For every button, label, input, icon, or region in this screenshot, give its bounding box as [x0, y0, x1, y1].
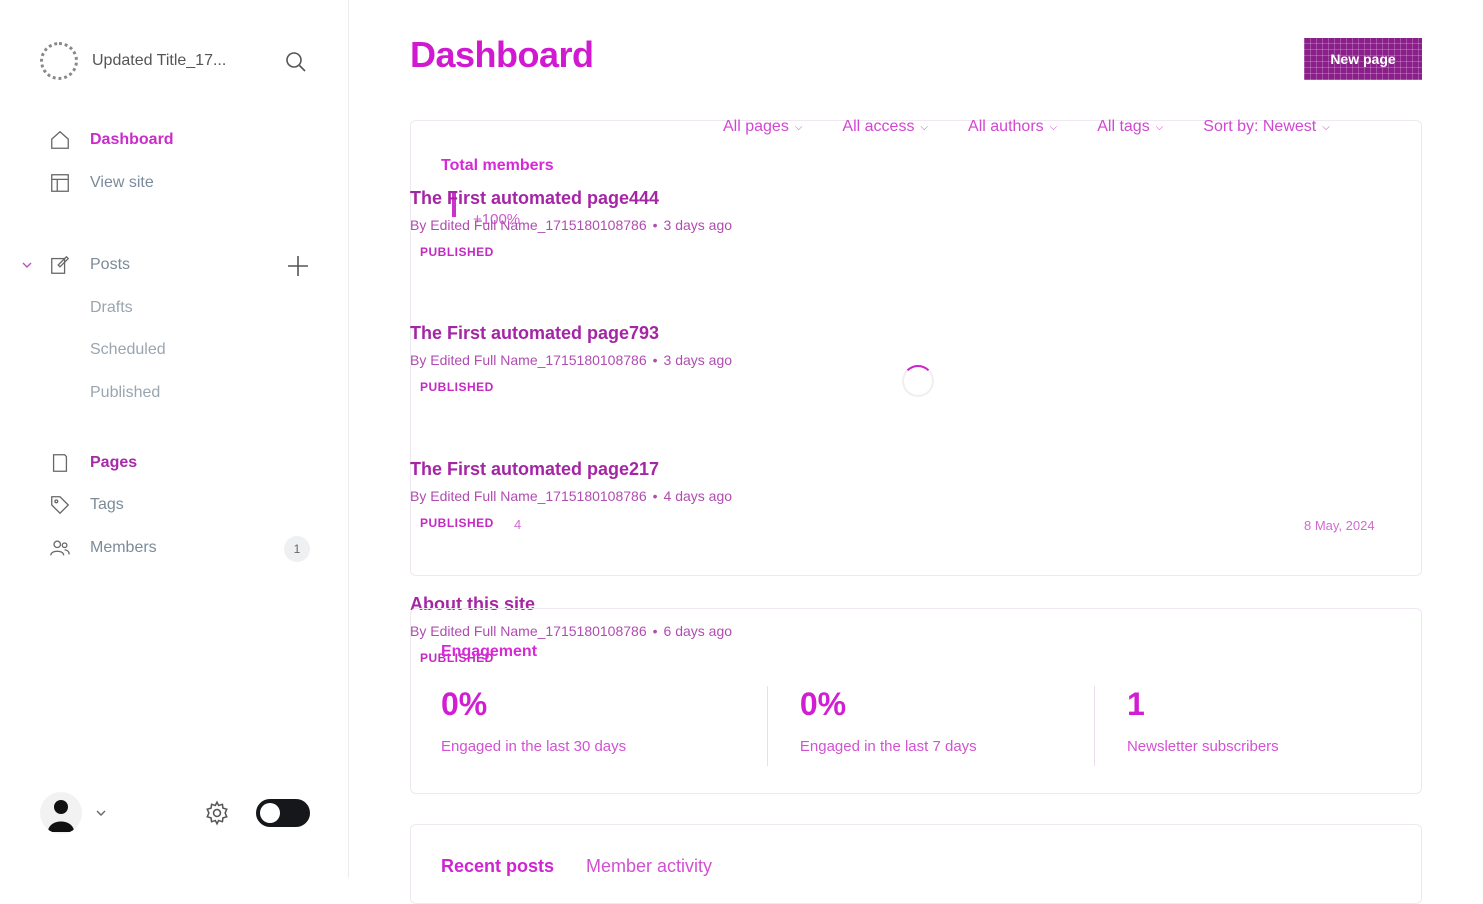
status-badge: PUBLISHED — [420, 245, 494, 259]
list-item[interactable]: The First automated page793 By Edited Fu… — [410, 323, 1210, 394]
page-author: By Edited Full Name_1715180108786 — [410, 488, 647, 504]
page-icon — [48, 451, 72, 475]
members-count-badge: 1 — [284, 536, 310, 562]
page-author: By Edited Full Name_1715180108786 — [410, 352, 647, 368]
chevron-down-icon: ⌵ — [920, 121, 929, 133]
tab-member-activity[interactable]: Member activity — [586, 856, 712, 877]
sidebar-item-published[interactable]: Published — [90, 379, 160, 407]
sidebar-item-dashboard[interactable]: Dashboard — [48, 126, 174, 154]
stat-30-days: 0% Engaged in the last 30 days — [441, 686, 767, 766]
status-badge: PUBLISHED — [420, 380, 494, 394]
stat-label: Engaged in the last 7 days — [799, 738, 977, 755]
status-badge: PUBLISHED — [420, 516, 494, 530]
filter-tags-dropdown[interactable]: All tags ⌵ — [1097, 118, 1163, 136]
page-title: Dashboard — [410, 34, 594, 75]
filter-bar: All pages ⌵ All access ⌵ All authors ⌵ All … — [723, 118, 1330, 136]
stat-label: Newsletter subscribers — [1126, 738, 1279, 755]
stat-value: 1 — [1126, 686, 1145, 722]
sidebar-item-label: Pages — [90, 454, 138, 471]
site-logo — [40, 42, 78, 80]
filter-pages-dropdown[interactable]: All pages ⌵ — [723, 118, 802, 136]
engagement-stats: 0% Engaged in the last 30 days 0% Engage… — [441, 686, 1421, 766]
stat-newsletter: 1 Newsletter subscribers — [1093, 686, 1421, 766]
stat-value: 0% — [799, 686, 847, 722]
toggle-knob — [260, 803, 280, 823]
chevron-down-icon[interactable] — [20, 258, 34, 272]
sidebar-item-scheduled[interactable]: Scheduled — [90, 336, 166, 364]
activity-tabs: Recent posts Member activity — [441, 856, 712, 877]
sidebar-item-members[interactable]: Members — [48, 534, 157, 562]
layout-icon — [48, 171, 72, 195]
page-meta: By Edited Full Name_1715180108786 • 3 days… — [410, 217, 733, 233]
filter-label: All pages — [723, 118, 789, 135]
edit-icon — [48, 253, 72, 277]
tab-recent-posts[interactable]: Recent posts — [441, 856, 554, 877]
loading-spinner-icon — [902, 365, 934, 397]
sidebar-item-label: Posts — [90, 256, 131, 273]
site-title: Updated Title_17... — [92, 52, 227, 69]
chevron-down-icon[interactable] — [94, 806, 108, 820]
stat-7-days: 0% Engaged in the last 7 days — [766, 686, 1094, 766]
card-heading: Total members — [441, 157, 554, 174]
filter-label: All access — [842, 118, 915, 135]
sidebar-item-drafts[interactable]: Drafts — [90, 294, 133, 322]
filter-label: Sort by: Newest — [1203, 118, 1317, 135]
sidebar-item-label: Members — [90, 539, 157, 556]
sidebar: Updated Title_17... Dashboard View site — [0, 0, 349, 878]
chevron-down-icon: ⌵ — [794, 121, 803, 133]
sidebar-item-posts[interactable]: Posts — [48, 251, 130, 279]
stat-value: 0% — [441, 686, 488, 722]
new-page-button[interactable]: New page — [1304, 38, 1422, 80]
sidebar-item-pages[interactable]: Pages — [48, 449, 137, 477]
chevron-down-icon: ⌵ — [1322, 121, 1330, 133]
avatar[interactable] — [40, 792, 82, 834]
sidebar-item-view-site[interactable]: View site — [48, 169, 154, 197]
chevron-down-icon: ⌵ — [1155, 121, 1164, 133]
sidebar-item-label: View site — [90, 174, 154, 191]
tag-icon — [48, 493, 72, 517]
page-title-link[interactable]: The First automated page217 — [410, 459, 1210, 480]
filter-label: All tags — [1097, 118, 1150, 135]
gear-icon[interactable] — [204, 800, 230, 826]
filter-access-dropdown[interactable]: All access ⌵ — [842, 118, 928, 136]
filter-authors-dropdown[interactable]: All authors ⌵ — [968, 118, 1057, 136]
page-age: 3 days ago — [663, 352, 733, 368]
list-item[interactable]: The First automated page444 By Edited Fu… — [410, 188, 1210, 259]
chevron-down-icon: ⌵ — [1049, 121, 1058, 133]
stat-label: Engaged in the last 30 days — [441, 738, 627, 755]
card-heading: Engagement — [441, 643, 538, 660]
main-content: Dashboard New page Total members +100% 4… — [349, 0, 1483, 904]
filter-label: All authors — [968, 118, 1044, 135]
page-title-link[interactable]: The First automated page444 — [410, 188, 1210, 209]
theme-toggle[interactable] — [256, 799, 310, 827]
brand[interactable]: Updated Title_17... — [40, 42, 320, 80]
page-age: 3 days ago — [663, 217, 733, 233]
page-age: 4 days ago — [663, 488, 733, 504]
page-title-link[interactable]: The First automated page793 — [410, 323, 1210, 344]
list-item[interactable]: The First automated page217 By Edited Fu… — [410, 459, 1210, 530]
sort-dropdown[interactable]: Sort by: Newest ⌵ — [1203, 118, 1330, 136]
chart-date-label: 8 May, 2024 — [1304, 518, 1375, 533]
search-icon[interactable] — [284, 50, 308, 74]
sidebar-item-label: Dashboard — [90, 131, 174, 148]
plus-icon[interactable] — [286, 254, 310, 278]
page-meta: By Edited Full Name_1715180108786 • 3 days… — [410, 352, 733, 368]
home-icon — [48, 128, 72, 152]
sidebar-item-label: Tags — [90, 496, 124, 513]
page-meta: By Edited Full Name_1715180108786 • 4 days… — [410, 488, 733, 504]
users-icon — [48, 536, 72, 560]
sidebar-item-tags[interactable]: Tags — [48, 491, 124, 519]
page-author: By Edited Full Name_1715180108786 — [410, 217, 647, 233]
